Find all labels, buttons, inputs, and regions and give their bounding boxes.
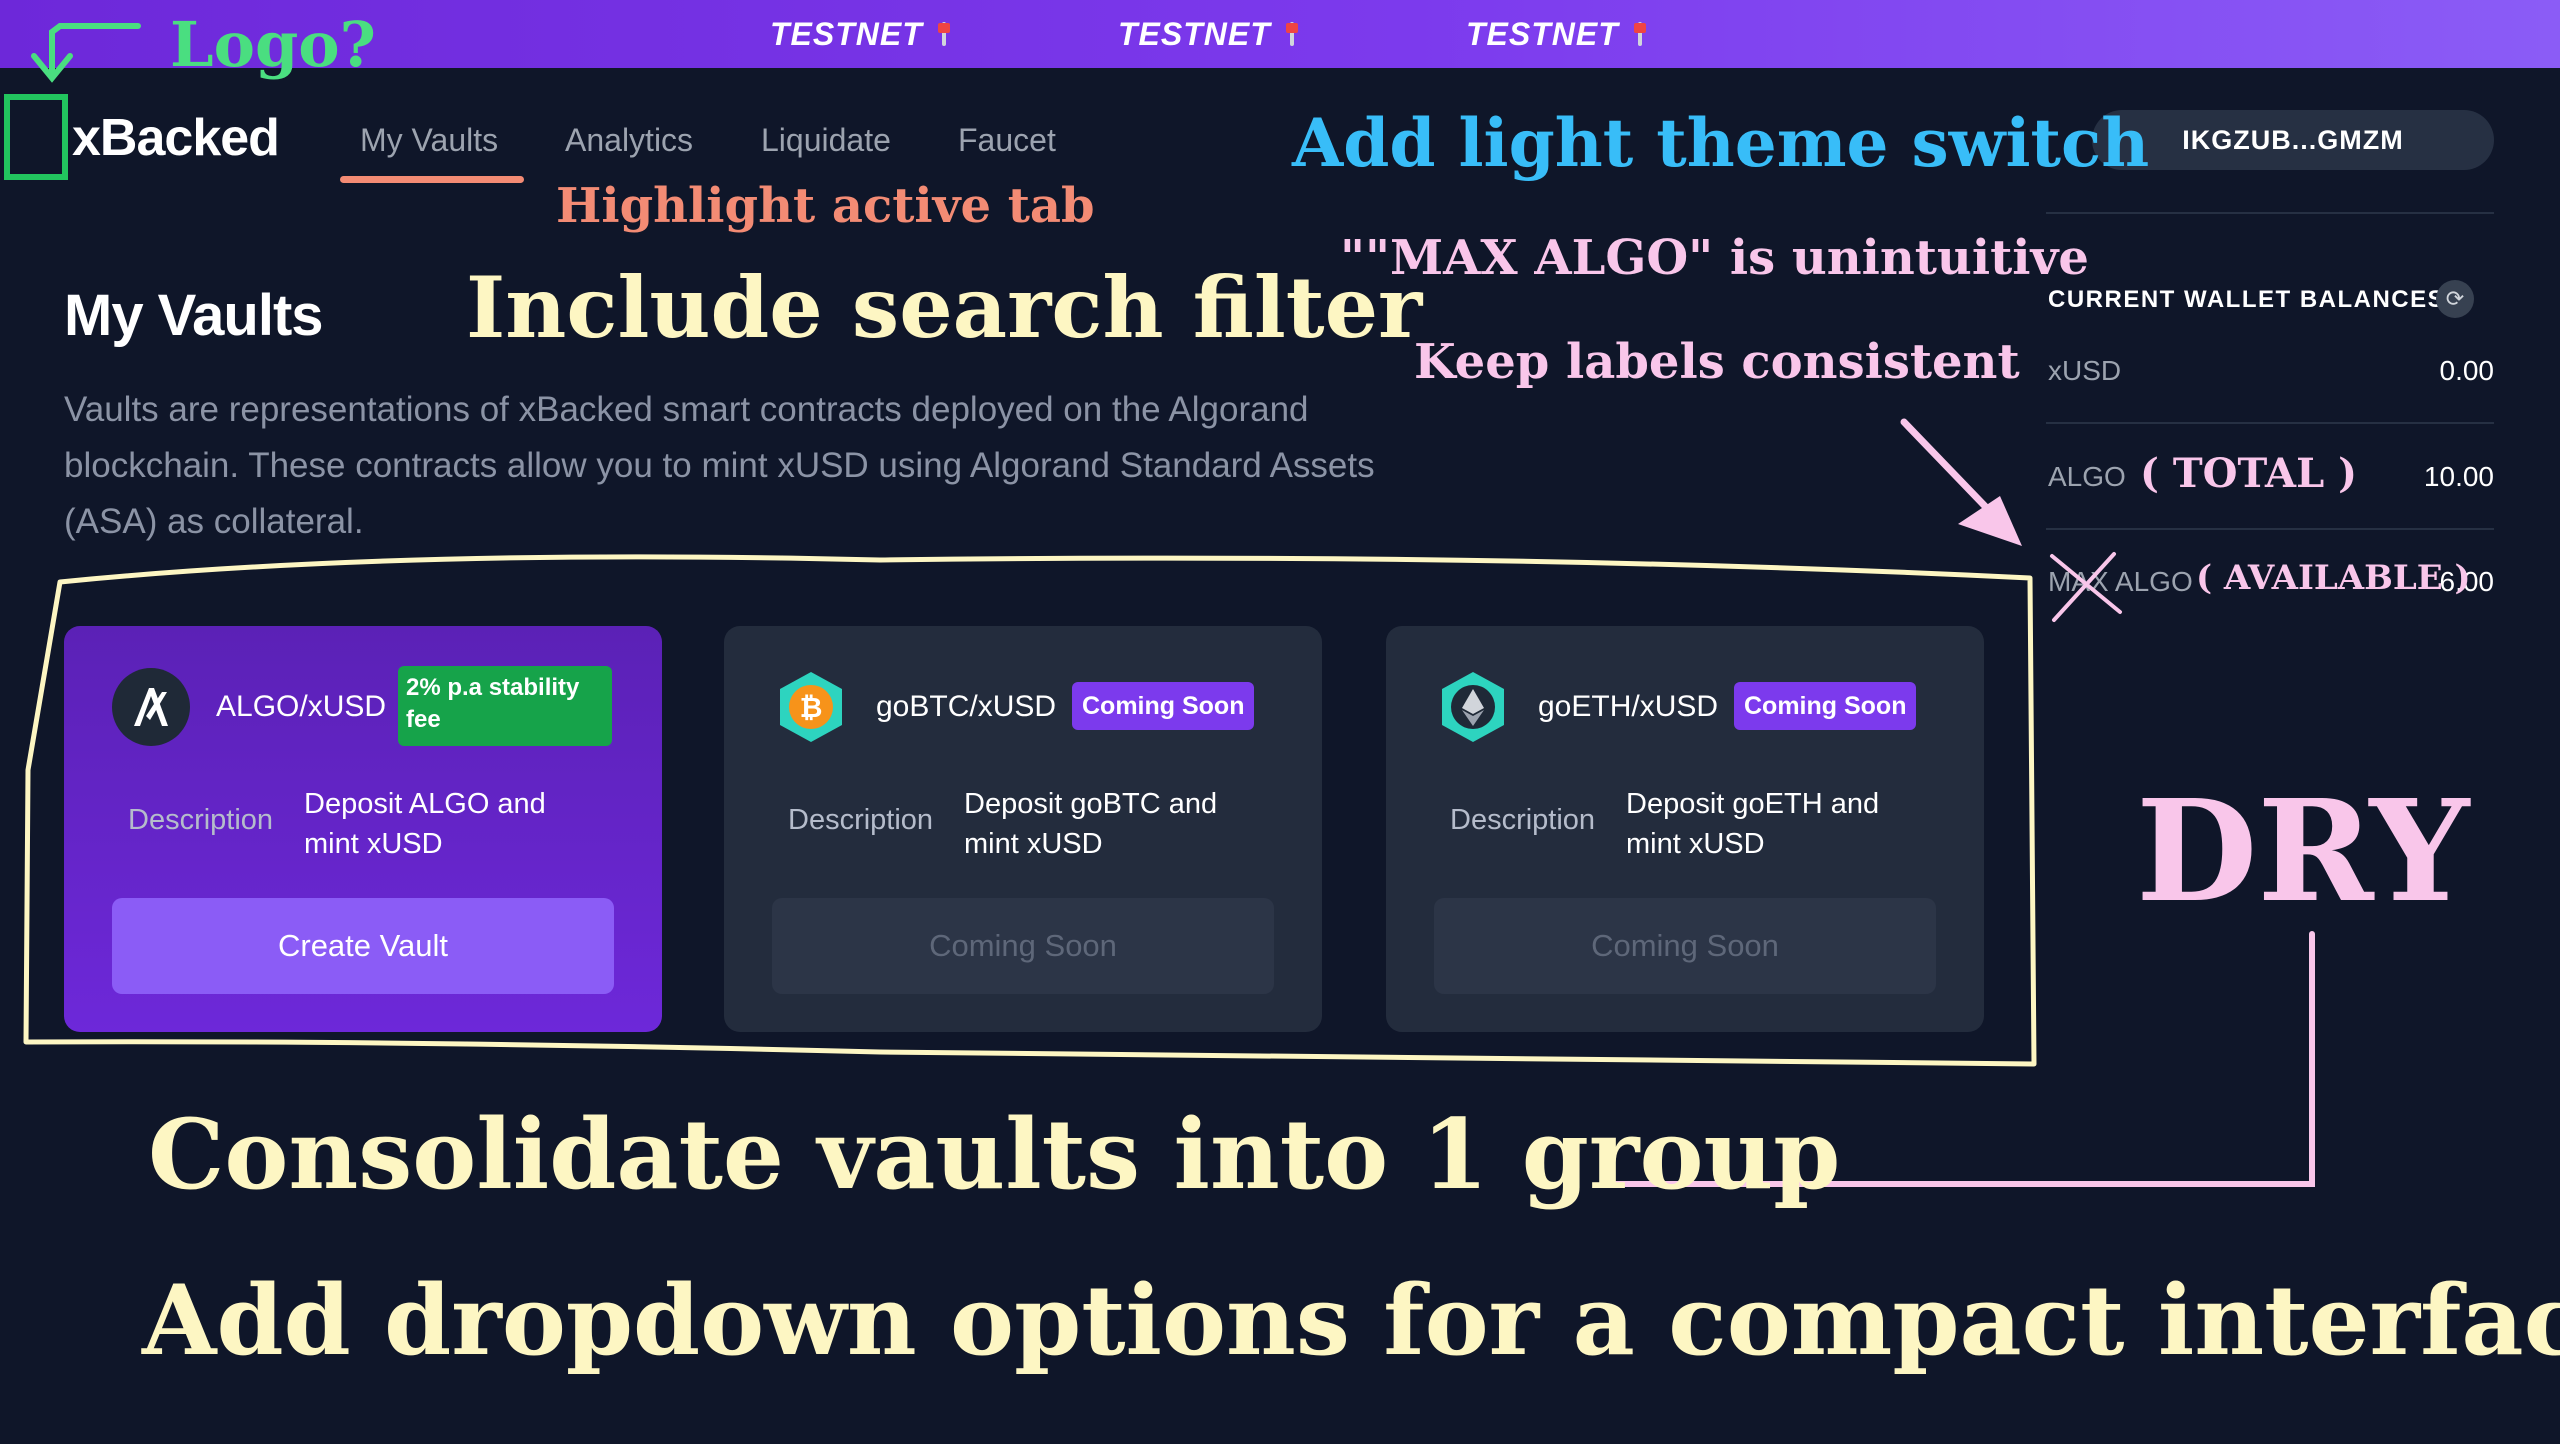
annotation-overlay [23,23,2315,1187]
annotation-logo: Logo? [170,8,376,81]
annotation-labels-consistent: Keep labels consistent [1414,334,2020,390]
annotation-available: ( AVAILABLE ) [2196,558,2471,598]
annotation-total: ( TOTAL ) [2140,450,2358,497]
annotation-theme-switch: Add light theme switch [1292,104,2150,182]
annotation-search-filter: Include search filter [466,258,1423,357]
annotation-active-tab: Highlight active tab [556,178,1095,234]
annotation-dry: DRY [2136,770,2470,934]
annotation-dropdown: Add dropdown options for a compact inter… [142,1264,2560,1377]
annotation-max-algo: ""MAX ALGO" is unintuitive [1340,230,2089,286]
annotation-consolidate: Consolidate vaults into 1 group [148,1098,1841,1211]
